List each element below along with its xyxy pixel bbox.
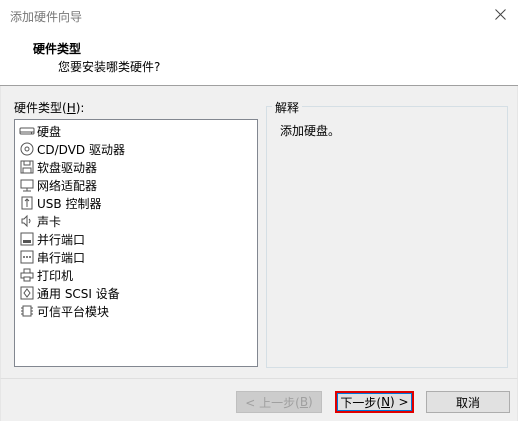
list-item-printer[interactable]: 打印机 (17, 266, 255, 284)
page-title: 硬件类型 (33, 42, 82, 56)
list-item-usb-controller[interactable]: USB 控制器 (17, 194, 255, 212)
hard-disk-icon (19, 123, 35, 139)
list-item-label: 网络适配器 (37, 178, 98, 193)
list-item-serial-port[interactable]: 串行端口 (17, 248, 255, 266)
list-item-floppy[interactable]: 软盘驱动器 (17, 158, 255, 176)
floppy-icon (19, 159, 35, 175)
explanation-group (266, 106, 508, 368)
explanation-legend: 解释 (272, 99, 303, 116)
serial-port-icon (19, 249, 35, 265)
page-subtitle: 您要安装哪类硬件? (58, 60, 161, 74)
network-adapter-icon (19, 177, 35, 193)
wizard-footer: < 上一步(B) 下一步(N) > 取消 (0, 378, 518, 421)
list-item-hard-disk[interactable]: 硬盘 (17, 122, 255, 140)
list-item-label: 声卡 (37, 214, 62, 229)
printer-icon (19, 267, 35, 283)
list-item-cd-dvd[interactable]: CD/DVD 驱动器 (17, 140, 255, 158)
hardware-type-label: 硬件类型(H): (14, 101, 85, 115)
window-title: 添加硬件向导 (10, 10, 83, 24)
list-item-scsi-device[interactable]: 通用 SCSI 设备 (17, 284, 255, 302)
list-item-label: 打印机 (37, 268, 74, 283)
cancel-button[interactable]: 取消 (426, 391, 510, 413)
list-item-label: 硬盘 (37, 124, 62, 139)
list-item-tpm[interactable]: 可信平台模块 (17, 302, 255, 320)
list-item-parallel-port[interactable]: 并行端口 (17, 230, 255, 248)
list-item-label: CD/DVD 驱动器 (37, 142, 125, 157)
list-item-label: 通用 SCSI 设备 (37, 286, 120, 301)
list-item-label: 可信平台模块 (37, 304, 110, 319)
list-item-label: 串行端口 (37, 250, 86, 265)
next-button[interactable]: 下一步(N) > (335, 391, 414, 413)
list-item-label: USB 控制器 (37, 196, 102, 211)
cd-dvd-icon (19, 141, 35, 157)
usb-icon (19, 195, 35, 211)
explanation-text: 添加硬盘。 (280, 124, 341, 138)
hardware-type-list[interactable]: 硬盘 CD/DVD 驱动器 软盘驱动器 网络适配器 USB 控制器 声卡 并行端… (14, 119, 258, 367)
close-icon[interactable] (490, 4, 510, 24)
list-item-label: 并行端口 (37, 232, 86, 247)
sound-card-icon (19, 213, 35, 229)
scsi-device-icon (19, 285, 35, 301)
list-item-sound-card[interactable]: 声卡 (17, 212, 255, 230)
parallel-port-icon (19, 231, 35, 247)
wizard-body: 硬件类型(H): 硬盘 CD/DVD 驱动器 软盘驱动器 网络适配器 USB 控… (0, 86, 518, 378)
list-item-network-adapter[interactable]: 网络适配器 (17, 176, 255, 194)
wizard-header: 硬件类型 您要安装哪类硬件? (0, 30, 518, 86)
title-bar: 添加硬件向导 (0, 0, 518, 30)
list-item-label: 软盘驱动器 (37, 160, 98, 175)
tpm-icon (19, 303, 35, 319)
back-button[interactable]: < 上一步(B) (236, 391, 322, 413)
